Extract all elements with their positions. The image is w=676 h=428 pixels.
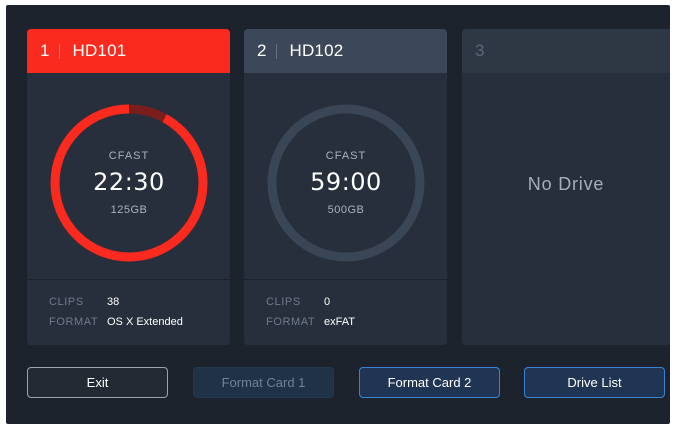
slot-1-clips-value: 38	[107, 296, 120, 308]
exit-button[interactable]: Exit	[27, 367, 168, 398]
slot-1-clips-label: CLIPS	[49, 296, 84, 308]
slot-1-info: CLIPS 38 FORMAT OS X Extended	[49, 292, 183, 332]
slot-2-capacity: 500GB	[327, 204, 365, 216]
slot-1-capacity-ring: CFAST 22:30 125GB	[49, 103, 209, 263]
slot-2-capacity-ring: CFAST 59:00 500GB	[266, 103, 426, 263]
slot-1-header: 1 HD101	[27, 29, 230, 73]
slot-1-time-remaining: 22:30	[93, 168, 165, 196]
slot-2-time-remaining: 59:00	[310, 168, 382, 196]
slot-1-card[interactable]: 1 HD101 CFAST 22:30 125GB CLIPS 38 FORMA…	[27, 29, 230, 345]
slot-1-media-type: CFAST	[108, 150, 150, 162]
drive-list-button[interactable]: Drive List	[524, 367, 665, 398]
slot-2-header: 2 HD102	[244, 29, 447, 73]
slot-2-card[interactable]: 2 HD102 CFAST 59:00 500GB CLIPS 0 FORMAT…	[244, 29, 447, 345]
slot-1-format-label: FORMAT	[49, 316, 99, 328]
slot-3-card[interactable]: 3 No Drive	[462, 29, 670, 345]
slot-2-media-type: CFAST	[325, 150, 367, 162]
slot-1-separator	[59, 43, 61, 59]
slot-3-header: 3	[462, 29, 670, 73]
slot-2-format-value: exFAT	[324, 316, 355, 328]
slot-3-status: No Drive	[527, 174, 605, 194]
slot-2-clips-label: CLIPS	[266, 296, 301, 308]
slot-1-divider	[27, 279, 230, 280]
slot-2-clips-value: 0	[324, 296, 331, 308]
format-card-1-button[interactable]: Format Card 1	[193, 367, 334, 398]
slot-1-capacity: 125GB	[110, 204, 148, 216]
slot-2-card-name: HD102	[289, 41, 344, 60]
slot-1-number: 1	[40, 41, 50, 60]
slot-2-number: 2	[257, 41, 267, 60]
slot-2-separator	[276, 43, 278, 59]
media-screen: 1 HD101 CFAST 22:30 125GB CLIPS 38 FORMA…	[6, 5, 670, 424]
slot-3-number: 3	[475, 41, 485, 60]
slot-1-format-value: OS X Extended	[107, 316, 183, 328]
format-card-2-button[interactable]: Format Card 2	[359, 367, 500, 398]
slot-2-format-label: FORMAT	[266, 316, 316, 328]
slot-2-divider	[244, 279, 447, 280]
slot-1-card-name: HD101	[72, 41, 127, 60]
slot-2-info: CLIPS 0 FORMAT exFAT	[266, 292, 355, 332]
